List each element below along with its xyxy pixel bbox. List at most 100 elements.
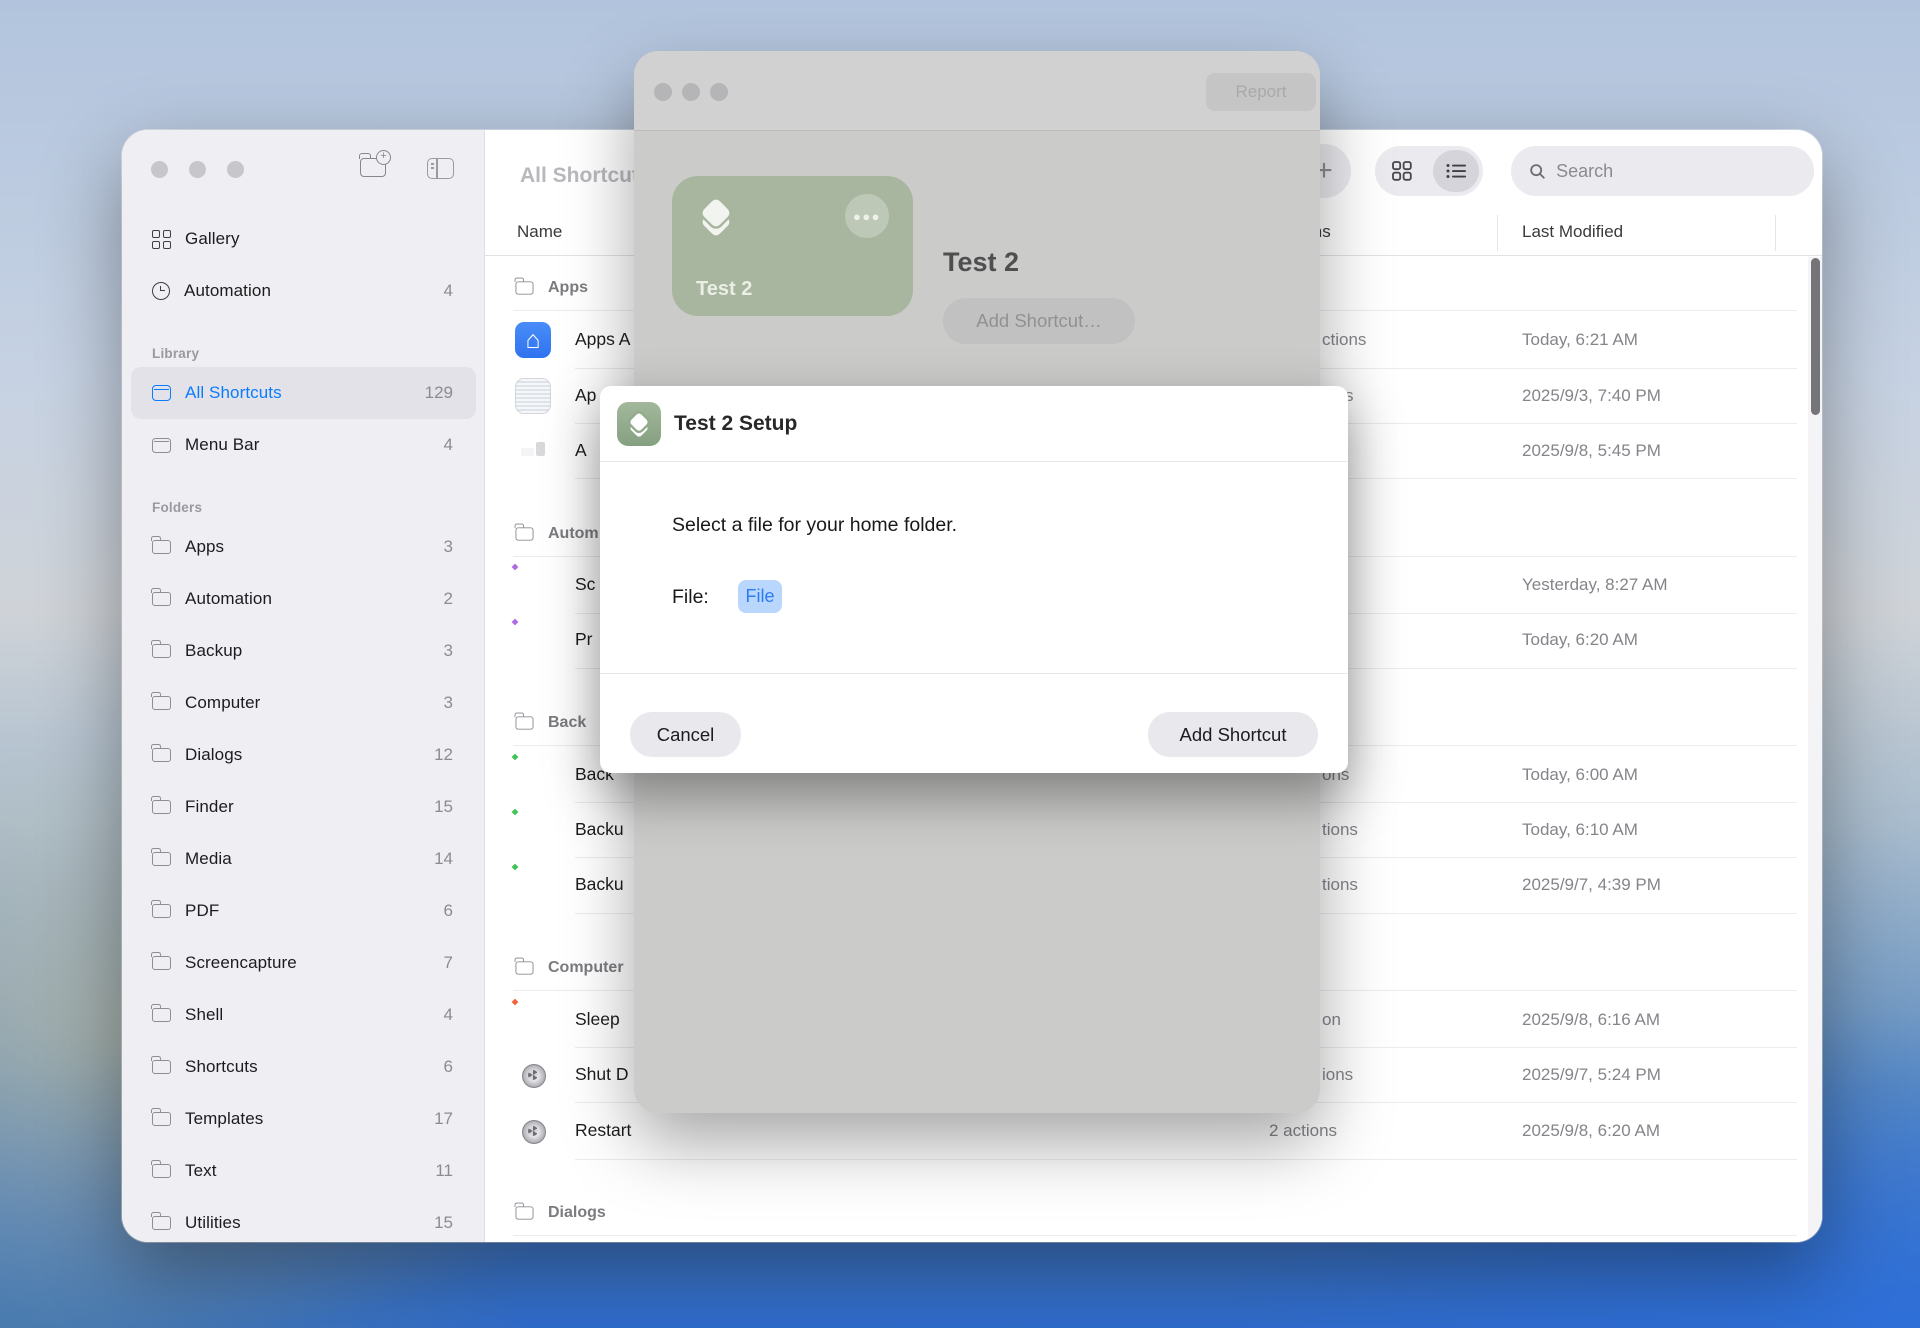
sidebar-item-label: Dialogs [185, 745, 434, 765]
section-header-dialogs: Dialogs [515, 1191, 606, 1235]
shortcut-modified: 2025/9/7, 5:24 PM [1522, 1065, 1661, 1085]
sidebar-item-label: Shortcuts [185, 1057, 444, 1077]
sidebar-item-label: Automation [184, 281, 444, 301]
cancel-button[interactable]: Cancel [630, 712, 741, 757]
sidebar-item-menu-bar[interactable]: Menu Bar 4 [122, 419, 485, 471]
sidebar-item-folder[interactable]: Text 11 [122, 1145, 485, 1197]
sidebar-item-label: Backup [185, 641, 444, 661]
shortcut-actions: tions [1322, 820, 1358, 840]
sidebar-item-label: Computer [185, 693, 444, 713]
grid-view-icon [1392, 161, 1412, 181]
sidebar-item-label: Menu Bar [185, 435, 444, 455]
folder-icon [152, 540, 171, 554]
sidebar-item-folder[interactable]: Media 14 [122, 833, 485, 885]
home-app-icon: ⌂ [515, 322, 551, 358]
sheet-header: Test 2 Setup [600, 386, 1348, 462]
list-view-button[interactable] [1433, 150, 1479, 192]
file-field-label: File: [672, 586, 709, 609]
all-shortcuts-icon [152, 385, 171, 401]
shortcut-modified: Yesterday, 8:27 AM [1522, 575, 1668, 595]
sidebar-item-count: 6 [444, 901, 453, 921]
sidebar-item-automation[interactable]: Automation 4 [122, 265, 485, 317]
zoom-traffic-light[interactable] [710, 83, 728, 101]
sidebar-item-folder[interactable]: Dialogs 12 [122, 729, 485, 781]
sidebar-item-label: Templates [185, 1109, 434, 1129]
zoom-traffic-light[interactable] [227, 161, 244, 178]
sheet-divider [600, 673, 1348, 674]
folder-icon [152, 1060, 171, 1074]
sidebar-item-label: PDF [185, 901, 444, 921]
section-header-computer: Computer [515, 946, 624, 990]
shortcut-tile[interactable]: ●●● Test 2 [672, 176, 913, 316]
shortcut-actions: 2 actions [1269, 1121, 1337, 1141]
column-divider [1775, 215, 1776, 251]
sidebar-item-folder[interactable]: Backup 3 [122, 625, 485, 677]
import-window-titlebar: Report [634, 51, 1320, 131]
sidebar-item-folder[interactable]: Screencapture 7 [122, 937, 485, 989]
minimize-traffic-light[interactable] [682, 83, 700, 101]
sidebar-item-label: Finder [185, 797, 434, 817]
add-shortcut-button-disabled[interactable]: Add Shortcut… [943, 298, 1135, 344]
sidebar-item-gallery[interactable]: Gallery [122, 213, 485, 265]
sidebar-item-label: Text [185, 1161, 435, 1181]
sidebar-nav: Gallery Automation 4 Library All Shortcu… [122, 213, 485, 1242]
sidebar-item-count: 11 [435, 1161, 453, 1181]
shortcut-modified: 2025/9/8, 5:45 PM [1522, 441, 1661, 461]
section-header-backup: Back [515, 701, 586, 745]
sidebar-section-library: Library [122, 317, 485, 367]
search-field[interactable] [1511, 146, 1814, 196]
sidebar-item-folder[interactable]: Automation 2 [122, 573, 485, 625]
folder-icon [152, 592, 171, 606]
sidebar-item-folder[interactable]: Shortcuts 6 [122, 1041, 485, 1093]
shortcut-name: Backu [575, 874, 624, 895]
sidebar-item-label: Utilities [185, 1213, 434, 1233]
shortcut-modified: 2025/9/3, 7:40 PM [1522, 386, 1661, 406]
file-token-button[interactable]: File [738, 580, 782, 613]
sidebar-item-folder[interactable]: Apps 3 [122, 521, 485, 573]
sidebar-item-label: Shell [185, 1005, 444, 1025]
shortcut-modified: Today, 6:21 AM [1522, 330, 1638, 350]
minimize-traffic-light[interactable] [189, 161, 206, 178]
column-header-modified[interactable]: Last Modified [1522, 222, 1623, 242]
gallery-icon [152, 230, 171, 249]
shortcut-modified: Today, 6:20 AM [1522, 630, 1638, 650]
report-button[interactable]: Report [1206, 73, 1316, 111]
scrollbar-thumb[interactable] [1811, 258, 1820, 415]
sidebar-item-folder[interactable]: Finder 15 [122, 781, 485, 833]
folder-icon [152, 696, 171, 710]
folder-icon [152, 1112, 171, 1126]
folder-icon [515, 527, 533, 540]
sidebar-toggle-icon[interactable] [427, 158, 454, 184]
sidebar-item-count: 7 [444, 953, 453, 973]
sidebar-item-count: 3 [444, 537, 453, 557]
close-traffic-light[interactable] [654, 83, 672, 101]
shortcut-actions: tions [1322, 875, 1358, 895]
shortcut-app-icon [617, 402, 661, 446]
sidebar-item-folder[interactable]: Shell 4 [122, 989, 485, 1041]
sidebar-item-all-shortcuts[interactable]: All Shortcuts 129 [131, 367, 476, 419]
column-header-name[interactable]: Name [517, 222, 562, 242]
ellipsis-icon[interactable]: ●●● [845, 194, 889, 238]
sidebar-item-folder[interactable]: PDF 6 [122, 885, 485, 937]
grid-view-button[interactable] [1379, 150, 1425, 192]
shortcut-name: Pr [575, 629, 593, 650]
sidebar-item-folder[interactable]: Utilities 15 [122, 1197, 485, 1242]
folder-icon [152, 956, 171, 970]
folder-icon [152, 1164, 171, 1178]
sidebar-item-label: Screencapture [185, 953, 444, 973]
close-traffic-light[interactable] [151, 161, 168, 178]
sidebar-item-folder[interactable]: Computer 3 [122, 677, 485, 729]
shortcut-modified: 2025/9/7, 4:39 PM [1522, 875, 1661, 895]
menu-bar-icon [152, 438, 171, 453]
sidebar-item-folder[interactable]: Templates 17 [122, 1093, 485, 1145]
sidebar-item-count: 3 [444, 693, 453, 713]
new-folder-icon[interactable] [360, 158, 386, 182]
add-shortcut-confirm-button[interactable]: Add Shortcut [1148, 712, 1318, 757]
shortcut-name: Sleep [575, 1009, 620, 1030]
shortcut-name: Ap [575, 385, 596, 406]
folder-icon [152, 1008, 171, 1022]
section-header-automation: Autom [515, 512, 599, 556]
sidebar-item-label: Media [185, 849, 434, 869]
search-input[interactable] [1556, 161, 1796, 182]
shortcut-name: A [575, 440, 587, 461]
